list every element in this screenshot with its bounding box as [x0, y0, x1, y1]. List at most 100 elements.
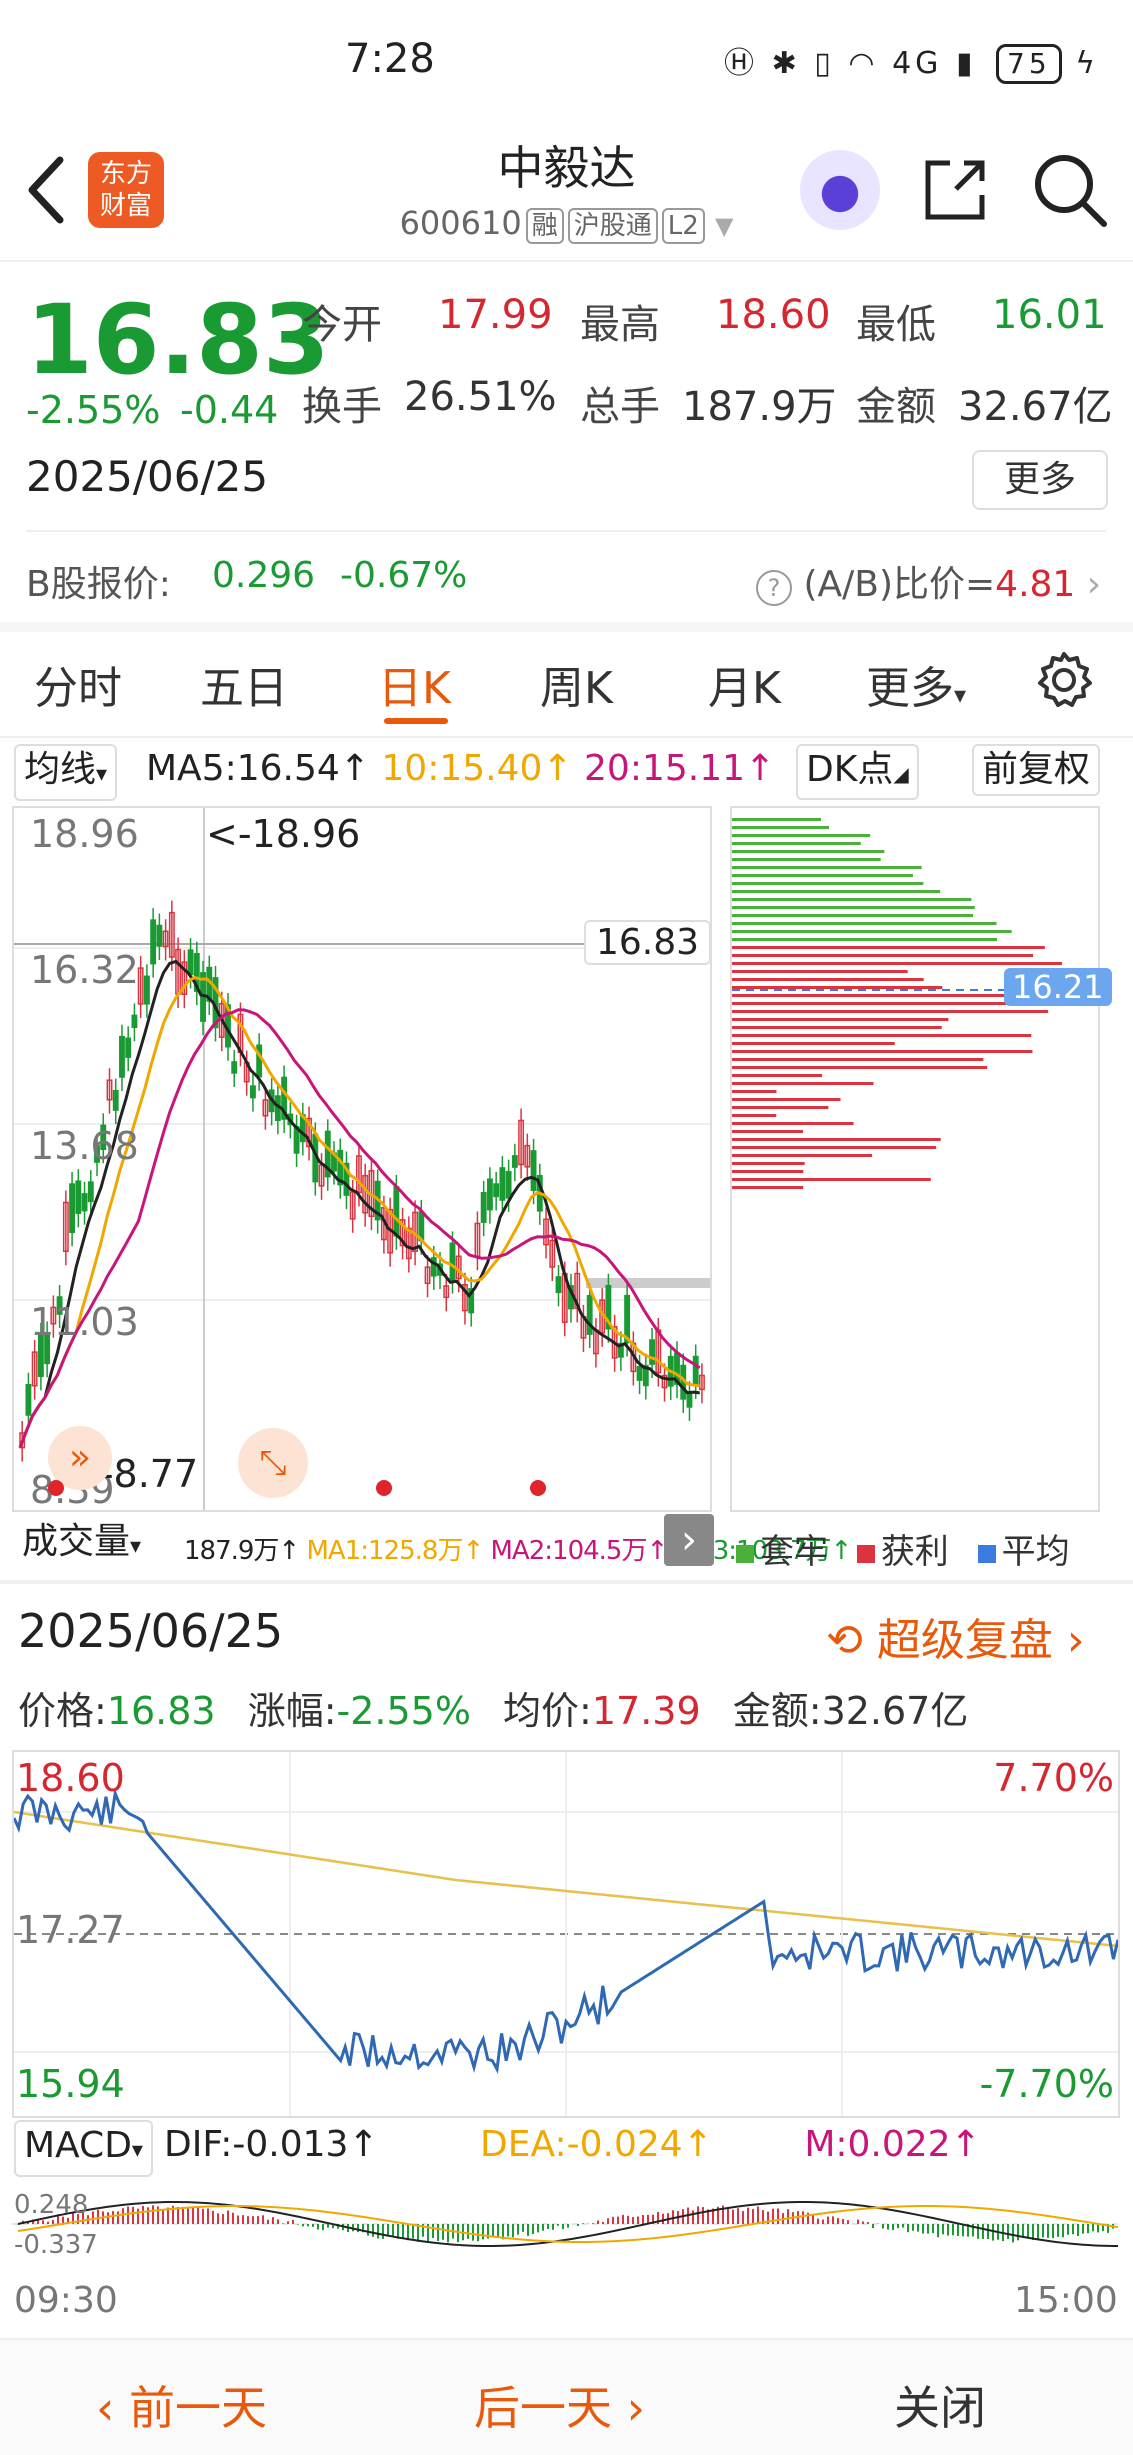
kline-candle — [486, 1178, 493, 1211]
replay-avg: 17.39 — [591, 1689, 701, 1733]
search-icon[interactable] — [1030, 150, 1110, 230]
tab-weekly-k[interactable]: 周K — [540, 652, 613, 716]
ab-ratio[interactable]: ? (A/B)比价=4.81 › — [756, 555, 1101, 607]
tab-intraday[interactable]: 分时 — [34, 652, 122, 716]
help-icon: ? — [756, 570, 792, 606]
vol-ma2: MA2:104.5万↑ — [490, 1536, 669, 1566]
tab-five-day[interactable]: 五日 — [200, 652, 288, 716]
close-button[interactable]: 关闭 — [894, 2372, 986, 2438]
macd-chart[interactable]: 0.248 -0.337 — [12, 2184, 1120, 2274]
bshare-price: 0.296 — [212, 555, 316, 596]
chip-bar — [732, 970, 908, 973]
expand-arrow-button[interactable]: › — [664, 1514, 714, 1566]
low-value: 16.01 — [992, 292, 1107, 338]
replay-amount-label: 金额: — [732, 1689, 822, 1733]
volume-selector[interactable]: 成交量▾ — [14, 1518, 149, 1571]
macd-values: DIF:-0.013↑ DEA:-0.024↑ M:0.022↑ — [164, 2124, 981, 2165]
corner-icon: ◢ — [893, 762, 909, 786]
high-label: 最高 — [580, 302, 660, 348]
chip-bar — [732, 1122, 854, 1125]
legend-trapped: 套牢 — [760, 1532, 828, 1572]
chip-bar — [732, 1114, 777, 1117]
intraday-low: 15.94 — [16, 2062, 125, 2106]
chip-bar — [732, 850, 885, 853]
tab-more-label: 更多 — [866, 663, 954, 714]
macd-y-top: 0.248 — [14, 2190, 89, 2220]
signal-dot — [530, 1480, 546, 1496]
chip-bar — [732, 1106, 829, 1109]
signal-dot — [48, 1480, 64, 1496]
legend-profit-swatch — [856, 1545, 875, 1563]
vibrate-icon: ▯ — [814, 46, 835, 81]
caret-down-icon: ▾ — [954, 681, 967, 709]
status-icons: Ⓗ ✱ ▯ ◠ 4G ▮ 75 ϟ — [724, 38, 1099, 84]
volume-selector-label: 成交量 — [22, 1521, 131, 1562]
tag-margin: 融 — [525, 208, 564, 244]
dk-point-button[interactable]: DK点◢ — [796, 744, 919, 800]
open-label: 今开 — [302, 302, 382, 348]
status-time: 7:28 — [345, 36, 435, 82]
gear-icon[interactable] — [1034, 650, 1094, 710]
kline-candle — [505, 1170, 512, 1199]
intraday-pct-high: 7.70% — [993, 1756, 1114, 1800]
intraday-mid: 17.27 — [16, 1908, 125, 1952]
chip-bar — [732, 1010, 1049, 1013]
replay-amount: 32.67亿 — [821, 1689, 969, 1733]
chip-bar — [732, 1018, 949, 1021]
y-label-3: 13.68 — [30, 1124, 139, 1168]
active-tab-indicator — [384, 718, 448, 724]
macd-selector-label: MACD — [24, 2125, 132, 2166]
turnover-value: 26.51% — [404, 374, 557, 420]
chip-bar — [732, 890, 941, 893]
macd-selector[interactable]: MACD▾ — [14, 2120, 153, 2177]
intraday-pct-low: -7.70% — [979, 2062, 1114, 2106]
tab-monthly-k[interactable]: 月K — [708, 652, 781, 716]
chip-bar — [732, 922, 997, 925]
adjust-button[interactable]: 前复权 — [972, 744, 1101, 796]
caret-down-icon: ▾ — [130, 1534, 142, 1559]
chevron-right-icon: › — [1086, 564, 1102, 605]
ma-selector[interactable]: 均线▾ — [14, 744, 118, 801]
ab-ratio-value: 4.81 — [995, 564, 1076, 605]
prev-day-button[interactable]: ‹ 前一天 — [96, 2372, 267, 2438]
chip-bar — [732, 938, 997, 941]
next-day-label: 后一天 — [474, 2381, 612, 2435]
replay-price-label: 价格: — [18, 1689, 107, 1733]
tab-daily-k[interactable]: 日K — [378, 652, 451, 716]
chip-bar — [732, 1098, 841, 1101]
ma10-value: 10:15.40↑ — [381, 748, 573, 789]
more-button[interactable]: 更多 — [972, 450, 1108, 510]
kline-candle — [119, 1035, 125, 1078]
history-icon: ⟲ — [826, 1615, 863, 1666]
kline-candle — [69, 1183, 76, 1234]
chevron-left-icon: ‹ — [96, 2381, 130, 2435]
super-replay-link[interactable]: ⟲ 超级复盘 › — [826, 1604, 1084, 1668]
share-icon[interactable] — [920, 155, 990, 225]
chip-bar — [732, 1146, 937, 1149]
caret-down-icon: ▾ — [131, 2138, 143, 2163]
signal-label: 4G — [892, 46, 943, 81]
chip-bar — [732, 1026, 942, 1029]
kline-chart[interactable]: 18.96 16.32 13.68 11.03 8.39 <-18.96 <-8… — [12, 806, 712, 1512]
chip-svg — [732, 818, 1098, 1189]
chip-avg-tag: 16.21 — [1004, 968, 1112, 1006]
chip-bar — [732, 1074, 823, 1077]
chip-bar — [732, 946, 1045, 949]
legend-profit: 获利 — [880, 1532, 949, 1572]
chip-bar — [732, 1154, 873, 1157]
chip-legend: 套牢 获利 平均 — [732, 1524, 1070, 1573]
kline-candle — [249, 1085, 256, 1099]
replay-price: 16.83 — [106, 1689, 216, 1733]
current-price-tag: 16.83 — [584, 920, 712, 965]
next-day-button[interactable]: 后一天 › — [474, 2372, 645, 2438]
chip-distribution-chart[interactable]: 16.21 — [730, 806, 1112, 1512]
assistant-avatar[interactable] — [800, 150, 880, 230]
tab-more[interactable]: 更多▾ — [866, 652, 966, 716]
turnover-label: 换手 — [302, 384, 382, 430]
fullscreen-button[interactable]: ⤡ — [238, 1428, 308, 1498]
intraday-chart[interactable]: 18.60 17.27 15.94 7.70% -7.70% — [12, 1750, 1120, 2118]
kline-candle — [499, 1167, 506, 1201]
kline-candle — [156, 924, 163, 947]
chip-bar — [732, 962, 1063, 965]
quote-date: 2025/06/25 — [26, 452, 269, 501]
